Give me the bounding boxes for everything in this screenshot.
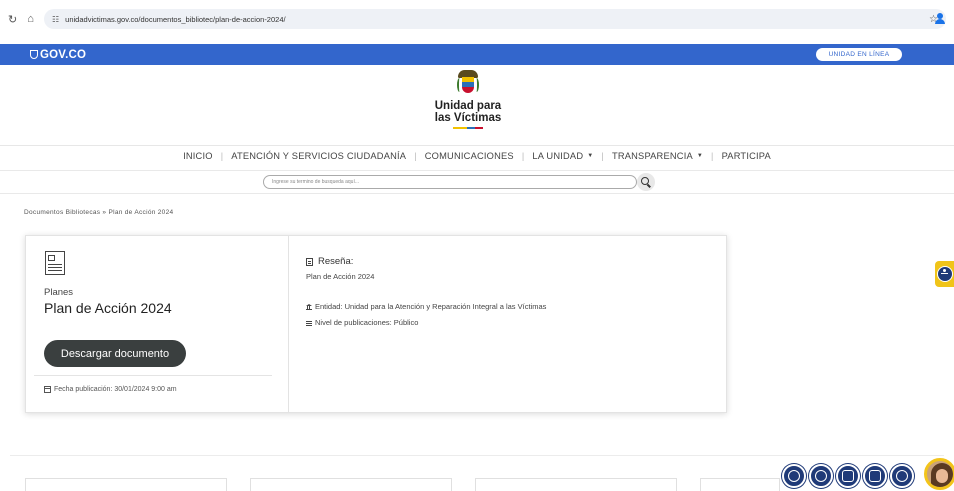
gov-co-bar: GOV.CO UNIDAD EN LÍNEA xyxy=(0,44,954,65)
profile-icon[interactable] xyxy=(932,10,948,26)
reload-icon[interactable]: ↻ xyxy=(8,12,17,26)
gov-co-logo[interactable]: GOV.CO xyxy=(30,49,86,61)
related-card[interactable] xyxy=(25,478,227,491)
location-contact-button[interactable] xyxy=(782,464,806,488)
main-nav: INICIO | ATENCIÓN Y SERVICIOS CIUDADANÍA… xyxy=(0,149,954,163)
document-category: Planes xyxy=(44,287,74,298)
unidad-en-linea-button[interactable]: UNIDAD EN LÍNEA xyxy=(816,48,902,61)
accessibility-icon xyxy=(936,266,953,282)
nav-label: INICIO xyxy=(183,151,213,161)
gov-co-text: GOV.CO xyxy=(40,48,87,61)
accessibility-button[interactable] xyxy=(935,261,954,287)
related-card[interactable] xyxy=(700,478,780,491)
brand-line-2: las Víctimas xyxy=(434,112,502,124)
nav-label: PARTICIPA xyxy=(721,151,771,161)
search-input[interactable]: Ingrese su termino de busqueda aquí... xyxy=(263,175,637,189)
nav-label: COMUNICACIONES xyxy=(424,151,514,161)
nav-separator: | xyxy=(601,151,604,161)
document-summary: Planes Plan de Acción 2024 Descargar doc… xyxy=(26,236,289,412)
nav-label: ATENCIÓN Y SERVICIOS CIUDADANÍA xyxy=(231,151,407,161)
site-info-icon[interactable]: ☷ xyxy=(52,15,59,24)
resena-heading: Reseña: xyxy=(306,256,353,267)
chat-contact-button[interactable] xyxy=(809,464,833,488)
nav-item-comunicaciones[interactable]: COMUNICACIONES xyxy=(425,151,514,161)
related-card[interactable] xyxy=(475,478,677,491)
virtual-assistant-avatar[interactable] xyxy=(924,458,954,490)
nav-item-inicio[interactable]: INICIO xyxy=(183,151,213,161)
map-pin-icon xyxy=(788,470,800,482)
resena-label: Reseña: xyxy=(318,256,354,267)
download-document-button[interactable]: Descargar documento xyxy=(44,340,186,367)
mobile-app-icon xyxy=(869,470,881,482)
institution-icon xyxy=(306,303,312,310)
nivel-text: Nivel de publicaciones: Público xyxy=(315,318,419,327)
home-icon[interactable]: ⌂ xyxy=(27,12,34,26)
app-contact-button[interactable] xyxy=(863,464,887,488)
related-card[interactable] xyxy=(250,478,452,491)
divider xyxy=(10,455,944,456)
coat-of-arms-icon xyxy=(456,70,480,96)
browser-toolbar: ↻ ⌂ ☷ unidadvictimas.gov.co/documentos_b… xyxy=(0,0,954,38)
publication-date: Fecha publicación: 30/01/2024 9:00 am xyxy=(44,386,177,393)
nav-separator: | xyxy=(711,151,714,161)
nav-item-la-unidad[interactable]: LA UNIDAD ▼ xyxy=(532,151,593,161)
nav-label: TRANSPARENCIA xyxy=(611,151,693,161)
entidad-text: Entidad: Unidad para la Atención y Repar… xyxy=(315,302,547,311)
newspaper-icon xyxy=(43,251,67,277)
publication-date-text: Fecha publicación: 30/01/2024 9:00 am xyxy=(54,386,177,393)
nav-item-atencion[interactable]: ATENCIÓN Y SERVICIOS CIUDADANÍA xyxy=(231,151,406,161)
brand-name: Unidad para las Víctimas xyxy=(435,100,501,124)
site-logo[interactable]: Unidad para las Víctimas xyxy=(418,70,518,129)
entidad-row: Entidad: Unidad para la Atención y Repar… xyxy=(306,302,546,311)
nav-item-participa[interactable]: PARTICIPA xyxy=(722,151,771,161)
nav-label: LA UNIDAD xyxy=(532,151,584,161)
nivel-row: Nivel de publicaciones: Público xyxy=(306,318,418,327)
document-text-icon xyxy=(306,257,313,266)
address-bar[interactable]: ☷ unidadvictimas.gov.co/documentos_bibli… xyxy=(44,9,946,29)
flag-stripe xyxy=(453,127,483,129)
calendar-icon xyxy=(44,386,51,393)
resena-text: Plan de Acción 2024 xyxy=(306,272,375,281)
search-icon xyxy=(641,177,649,185)
caret-down-icon: ▼ xyxy=(696,153,704,159)
document-details: Reseña: Plan de Acción 2024 Entidad: Uni… xyxy=(289,236,726,412)
brand-line-1: Unidad para xyxy=(434,100,502,112)
nav-separator: | xyxy=(220,151,224,161)
chat-icon xyxy=(815,470,827,482)
phone-contact-button[interactable] xyxy=(836,464,860,488)
list-icon xyxy=(306,320,312,326)
divider xyxy=(34,375,272,376)
divider xyxy=(0,145,954,146)
whatsapp-contact-button[interactable] xyxy=(890,464,914,488)
search-bar: Ingrese su termino de busqueda aquí... xyxy=(0,170,954,194)
nav-separator: | xyxy=(414,151,417,161)
whatsapp-icon xyxy=(896,470,908,482)
document-title: Plan de Acción 2024 xyxy=(44,300,172,316)
nav-separator: | xyxy=(521,151,525,161)
search-button[interactable] xyxy=(637,173,655,191)
phone-icon xyxy=(842,470,854,482)
caret-down-icon: ▼ xyxy=(587,153,594,159)
nav-item-transparencia[interactable]: TRANSPARENCIA ▼ xyxy=(612,151,703,161)
breadcrumb[interactable]: Documentos Bibliotecas » Plan de Acción … xyxy=(24,209,173,216)
gov-shield-icon xyxy=(30,50,38,59)
document-card: Planes Plan de Acción 2024 Descargar doc… xyxy=(25,235,727,413)
url-text: unidadvictimas.gov.co/documentos_bibliot… xyxy=(65,14,286,24)
